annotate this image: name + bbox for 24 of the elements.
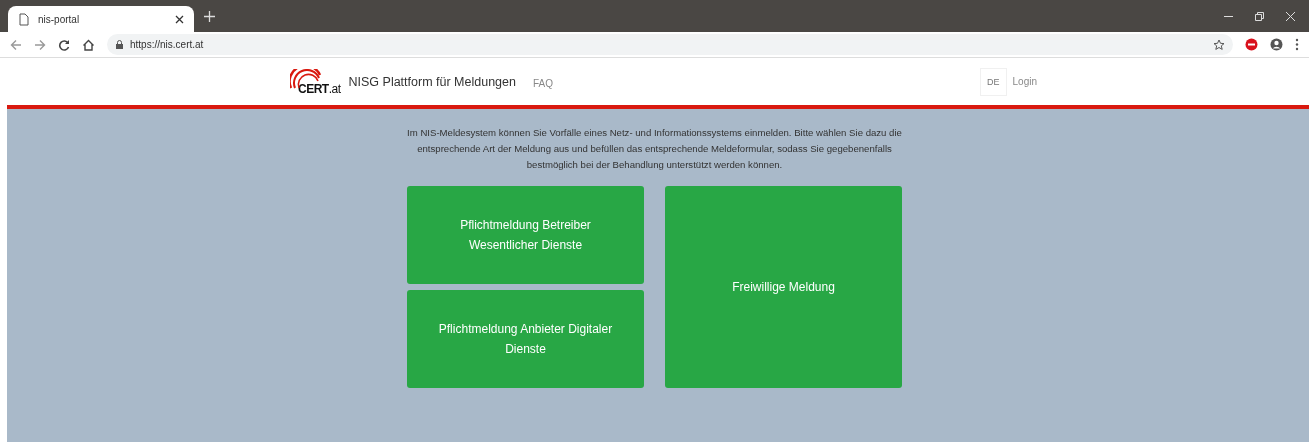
page-icon[interactable]: [18, 12, 30, 26]
url-text: https://nis.cert.at: [130, 39, 205, 50]
language-selector[interactable]: DE: [980, 67, 1007, 96]
account-icon[interactable]: [1270, 38, 1283, 51]
nav-link[interactable]: FAQ: [532, 77, 553, 89]
menu-icon[interactable]: [1295, 38, 1299, 51]
report-type-button[interactable]: Pflichtmeldung Anbieter Digitaler Dienste: [407, 290, 644, 388]
stop-sign-icon[interactable]: [1245, 38, 1258, 51]
site-title: NISG Plattform für Meldungen: [348, 74, 516, 89]
tab-title: nis-portal: [38, 13, 81, 25]
new-tab-icon[interactable]: [204, 11, 215, 22]
intro-text: Im NIS-Meldesystem können Sie Vorfälle eines Netz- und Informationssystems einmelden. Bitte wählen Sie dazu die entsprechende Art der Meldung aus und befüllen das entsprechende Meldeformular, sodass Sie gegebenenfalls bestmöglich bei der Behandlung unterstützt werden können.: [406, 126, 903, 172]
restore-icon[interactable]: [1255, 11, 1264, 21]
lock-icon[interactable]: [115, 39, 124, 50]
browser-tab[interactable]: nis-portal: [8, 6, 194, 32]
report-type-button[interactable]: Freiwillige Meldung: [665, 186, 902, 388]
login-link[interactable]: Login: [1012, 76, 1037, 87]
reload-icon[interactable]: [58, 38, 70, 51]
logo[interactable]: CERT.at: [290, 68, 341, 95]
star-icon[interactable]: [1213, 38, 1225, 51]
home-icon[interactable]: [82, 38, 95, 51]
close-icon[interactable]: [175, 14, 184, 24]
report-type-button[interactable]: Pflichtmeldung Betreiber Wesentlicher Dienste: [407, 186, 644, 284]
address-bar[interactable]: https://nis.cert.at: [107, 34, 1233, 55]
